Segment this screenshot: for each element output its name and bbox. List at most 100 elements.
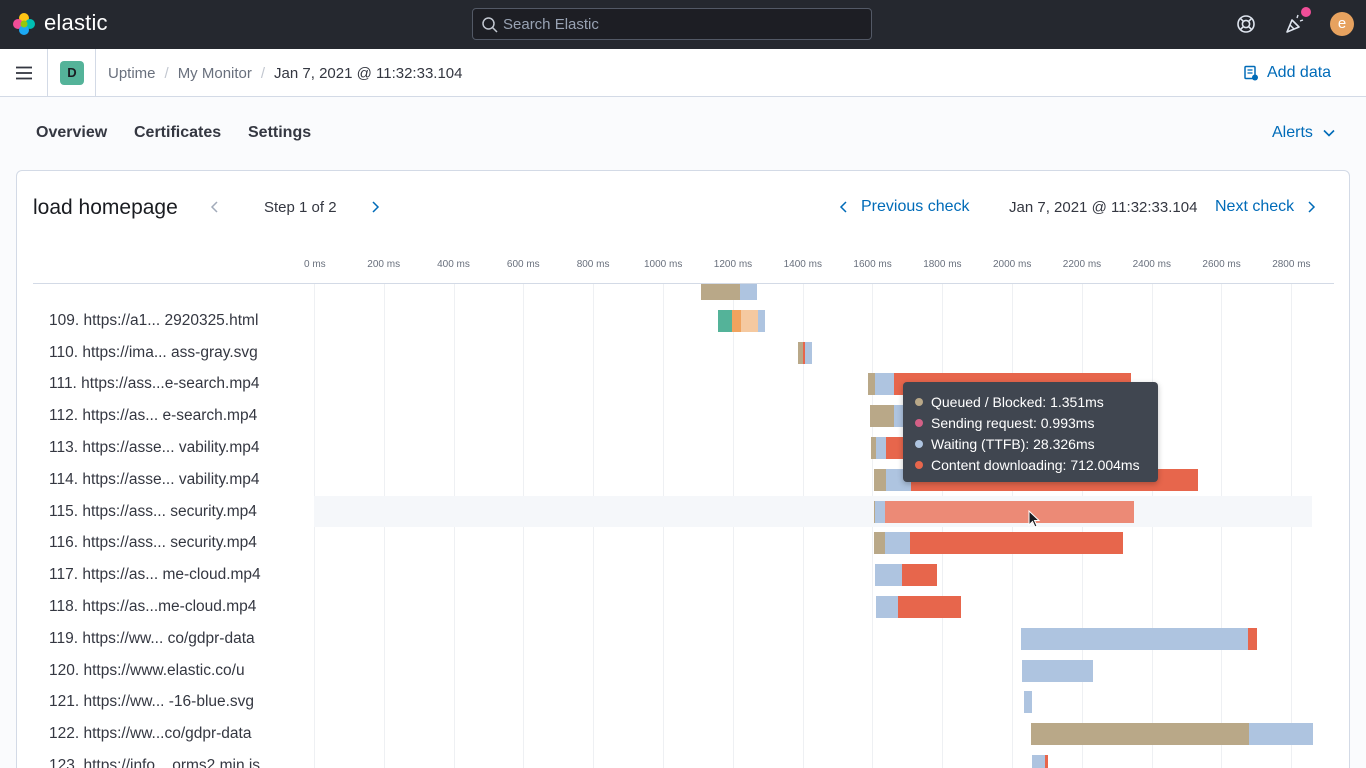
legend-dot <box>915 439 923 448</box>
legend-dot <box>915 460 923 469</box>
timing-bar-waiting[interactable] <box>875 564 902 587</box>
tooltip-row: Sending request: 0.993ms <box>915 412 1146 433</box>
request-label[interactable]: 119. https://ww... co/gdpr-data <box>49 630 255 648</box>
alerts-label: Alerts <box>1272 124 1313 141</box>
timing-bar-waiting[interactable] <box>875 437 887 459</box>
x-tick-label: 1400 ms <box>783 259 822 270</box>
tooltip-row: Content downloading: 712.004ms <box>915 454 1146 475</box>
elastic-logo-icon[interactable] <box>12 12 36 36</box>
timing-bar-waiting[interactable] <box>1032 755 1045 768</box>
timing-bar-waiting[interactable] <box>1021 659 1093 682</box>
timing-bar-connect[interactable] <box>732 309 742 332</box>
timing-bar-content[interactable] <box>1044 755 1048 768</box>
request-label[interactable]: 111. https://ass...e-search.mp4 <box>49 375 260 393</box>
next-check-button[interactable]: Next check <box>1215 198 1316 216</box>
chevron-down-icon <box>1323 129 1335 137</box>
tooltip-text: Sending request: 0.993ms <box>931 414 1095 431</box>
timing-bar-ssl[interactable] <box>718 309 733 332</box>
timing-bar-queued[interactable] <box>874 532 885 555</box>
timing-bar-waiting[interactable] <box>1021 627 1248 650</box>
breadcrumb-separator: / <box>164 65 169 82</box>
alerts-dropdown[interactable]: Alerts <box>1272 124 1336 142</box>
request-label[interactable]: 122. https://ww...co/gdpr-data <box>49 725 251 743</box>
request-label[interactable]: 109. https://a1... 2920325.html <box>49 312 258 330</box>
breadcrumb-current: Jan 7, 2021 @ 11:32:33.104 <box>274 65 463 82</box>
request-label[interactable]: 110. https://ima... ass-gray.svg <box>49 344 258 362</box>
timing-bar-content[interactable] <box>897 596 962 618</box>
x-tick-label: 200 ms <box>367 259 401 270</box>
tab-overview[interactable]: Overview <box>36 124 107 142</box>
search-box[interactable] <box>472 8 872 40</box>
request-label[interactable]: 118. https://as...me-cloud.mp4 <box>49 598 256 616</box>
breadcrumb-bar: D Uptime / My Monitor / Jan 7, 2021 @ 11… <box>0 49 1366 97</box>
timing-bar-waiting[interactable] <box>740 284 757 300</box>
timing-bar-waiting[interactable] <box>875 373 894 396</box>
user-avatar[interactable]: e <box>1330 12 1354 36</box>
help-icon[interactable] <box>1235 13 1257 35</box>
divider <box>47 49 48 97</box>
timing-bar-waiting[interactable] <box>757 309 765 332</box>
chevron-left-icon <box>839 201 847 213</box>
request-label[interactable]: 123. https://info... orms2.min.js <box>49 757 260 768</box>
timing-bar-queued[interactable] <box>1031 723 1249 746</box>
breadcrumb-monitor[interactable]: My Monitor <box>178 65 252 82</box>
logo-text[interactable]: elastic <box>44 10 108 36</box>
search-input[interactable] <box>503 9 863 39</box>
x-tick-label: 2200 ms <box>1062 259 1102 270</box>
request-label[interactable]: 115. https://ass... security.mp4 <box>49 503 257 521</box>
x-tick-label: 400 ms <box>437 259 470 270</box>
breadcrumb-uptime[interactable]: Uptime <box>108 65 156 82</box>
next-step-icon[interactable] <box>369 200 381 214</box>
timing-bar-queued[interactable] <box>701 284 741 300</box>
request-label[interactable]: 116. https://ass... security.mp4 <box>49 534 257 552</box>
search-icon <box>482 17 498 33</box>
timing-bar-dns[interactable] <box>741 309 758 332</box>
x-tick-label: 600 ms <box>506 259 540 270</box>
request-label[interactable]: 120. https://www.elastic.co/u <box>49 662 245 680</box>
legend-dot <box>915 397 923 406</box>
tab-settings[interactable]: Settings <box>248 124 311 142</box>
x-tick-label: 1000 ms <box>644 259 683 270</box>
timing-bar-waiting[interactable] <box>1023 691 1032 714</box>
request-label[interactable]: 117. https://as... me-cloud.mp4 <box>49 566 261 584</box>
timing-bar-waiting[interactable] <box>1248 723 1313 746</box>
request-label[interactable]: 113. https://asse... vability.mp4 <box>49 439 260 457</box>
x-tick-label: 1200 ms <box>713 259 753 270</box>
top-header: elastic e <box>0 0 1366 49</box>
database-icon <box>1244 65 1258 81</box>
x-tick-label: 1800 ms <box>923 259 962 270</box>
waterfall-chart: 109. https://a1... 2920325.html 110. http… <box>17 284 1349 768</box>
breadcrumb-separator: / <box>260 65 266 82</box>
add-data-button[interactable]: Add data <box>1244 64 1331 82</box>
next-check-label: Next check <box>1215 198 1295 215</box>
previous-check-button[interactable]: Previous check <box>839 198 970 216</box>
timing-bar-waiting[interactable] <box>805 341 813 364</box>
tab-certificates[interactable]: Certificates <box>134 124 221 142</box>
timing-bar-waiting[interactable] <box>875 596 898 618</box>
request-label[interactable]: 114. https://asse... vability.mp4 <box>49 471 260 489</box>
step-title: load homepage <box>33 196 178 219</box>
tooltip-text: Waiting (TTFB): 28.326ms <box>931 435 1095 452</box>
step-counter: Step 1 of 2 <box>264 199 337 216</box>
check-timestamp: Jan 7, 2021 @ 11:32:33.104 <box>1009 199 1198 216</box>
timing-bar-content[interactable] <box>910 532 1123 555</box>
timing-bar-content[interactable] <box>885 500 1134 523</box>
timing-bar-queued[interactable] <box>868 373 876 396</box>
space-avatar[interactable]: D <box>60 61 84 85</box>
tooltip-row: Queued / Blocked: 1.351ms <box>915 391 1146 412</box>
timing-bar-queued[interactable] <box>870 405 895 428</box>
notification-dot <box>1301 7 1311 17</box>
request-label[interactable]: 121. https://ww... -16-blue.svg <box>49 693 254 711</box>
timing-bar-content[interactable] <box>1247 627 1257 650</box>
request-label[interactable]: 112. https://as... e-search.mp4 <box>49 407 257 425</box>
timing-bar-waiting[interactable] <box>875 500 886 523</box>
timing-bar-queued[interactable] <box>873 468 887 491</box>
breadcrumb: Uptime / My Monitor / Jan 7, 2021 @ 11:3… <box>108 65 462 82</box>
timing-bar-content[interactable] <box>901 564 938 587</box>
menu-icon[interactable] <box>14 63 34 83</box>
tooltip-text: Content downloading: 712.004ms <box>931 456 1140 473</box>
uptime-subnav: Overview Certificates Settings Alerts <box>0 98 1366 170</box>
previous-step-icon[interactable] <box>209 200 221 214</box>
tooltip-text: Queued / Blocked: 1.351ms <box>931 393 1104 410</box>
timing-bar-waiting[interactable] <box>884 532 911 555</box>
